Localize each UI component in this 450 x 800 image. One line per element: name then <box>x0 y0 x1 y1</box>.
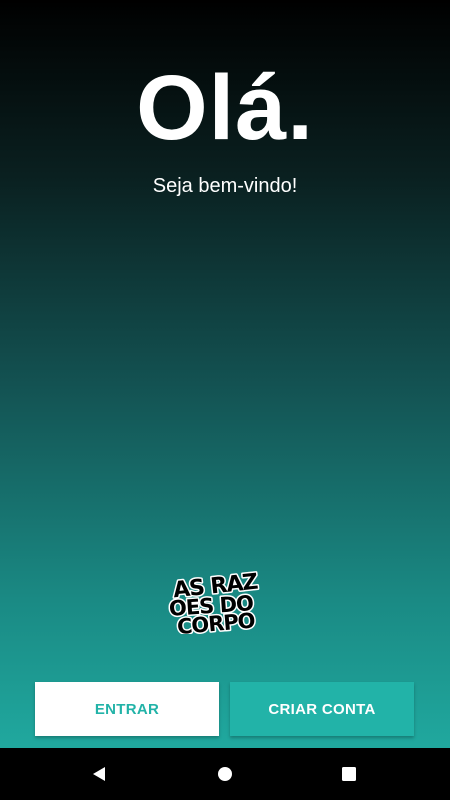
system-navigation-bar <box>0 748 450 800</box>
welcome-title: Olá. <box>136 57 314 159</box>
welcome-screen: Olá. Seja bem-vindo! AS RAZ OES DO CORPO… <box>0 0 450 800</box>
app-logo: AS RAZ OES DO CORPO <box>167 568 260 634</box>
recents-icon[interactable] <box>337 762 361 786</box>
back-icon[interactable] <box>87 762 111 786</box>
create-account-button[interactable]: CRIAR CONTA <box>230 682 414 736</box>
home-icon[interactable] <box>213 762 237 786</box>
login-button[interactable]: ENTRAR <box>35 682 219 736</box>
welcome-subtitle: Seja bem-vindo! <box>152 175 298 197</box>
